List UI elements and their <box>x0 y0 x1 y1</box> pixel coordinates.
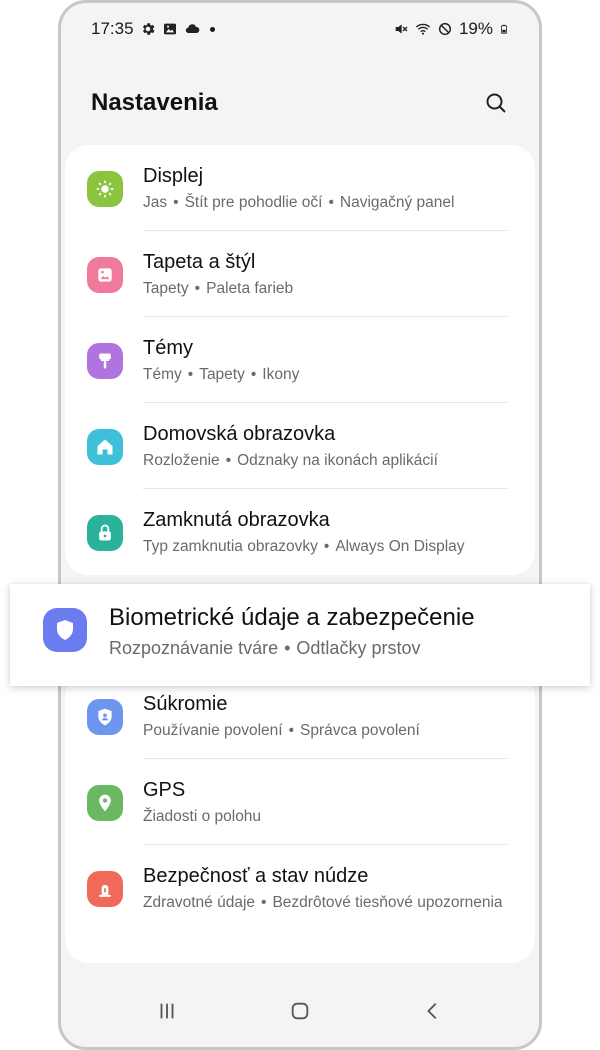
setting-title: Súkromie <box>143 693 228 715</box>
settings-card-top: Displej Jas • Štít pre pohodlie očí • Naviga… <box>65 145 535 575</box>
home-icon <box>97 439 113 455</box>
location-pin-icon <box>99 794 111 812</box>
privacy-shield-icon <box>98 708 112 726</box>
battery-icon <box>501 24 507 34</box>
mute-icon <box>395 24 408 34</box>
back-button[interactable] <box>403 991 463 1031</box>
setting-biometrics-highlighted[interactable]: Biometrické údaje a zabezpečenie Rozpozn… <box>10 584 590 686</box>
setting-subtitle: Rozpoznávanie tváre • Odtlačky prstov <box>109 638 421 658</box>
setting-title: Témy <box>143 337 193 359</box>
brush-icon-wrap <box>87 343 123 379</box>
setting-title: GPS <box>143 779 186 801</box>
shield-icon <box>57 620 73 640</box>
setting-subtitle: Typ zamknutia obrazovky • Always On Displa… <box>143 538 465 555</box>
recents-button[interactable] <box>137 991 197 1031</box>
status-bar: 17:35 19% <box>91 17 509 41</box>
wallpaper-icon-wrap <box>87 257 123 293</box>
setting-domovska[interactable]: Domovská obrazovka Rozloženie • Odznaky na… <box>65 403 535 489</box>
clock: 17:35 <box>91 19 134 38</box>
battery-percentage: 19% <box>458 19 493 38</box>
header: Nastavenia <box>91 85 511 121</box>
search-button[interactable] <box>481 88 511 118</box>
emergency-icon <box>99 884 111 897</box>
setting-title: Displej <box>143 165 204 187</box>
settings-card-bottom: Súkromie Používanie povolení • Správca pov… <box>65 673 535 963</box>
setting-bezpecnost[interactable]: Bezpečnosť a stav núdze Zdravotné údaje •… <box>65 845 535 949</box>
phone-frame: 17:35 19% Nastavenia Displej Jas • Štít pr… <box>58 0 542 1050</box>
setting-title: Biometrické údaje a zabezpečenie <box>109 604 475 631</box>
sun-icon-wrap <box>87 171 123 207</box>
setting-title: Tapeta a štýl <box>143 251 256 273</box>
recents-icon <box>160 1003 174 1019</box>
wallpaper-icon <box>98 268 112 282</box>
location-pin-icon-wrap <box>87 785 123 821</box>
emergency-icon-wrap <box>87 871 123 907</box>
image-icon <box>163 23 176 35</box>
page-title: Nastavenia <box>91 89 218 116</box>
setting-tapeta[interactable]: Tapeta a štýl Tapety • Paleta farieb <box>65 231 535 317</box>
lock-icon-wrap <box>87 515 123 551</box>
back-icon <box>426 1003 437 1019</box>
setting-subtitle: Žiadosti o polohu <box>143 808 262 825</box>
home-icon-wrap <box>87 429 123 465</box>
setting-subtitle: Jas • Štít pre pohodlie očí • Navigačný pane… <box>143 194 455 211</box>
setting-title: Zamknutá obrazovka <box>143 509 330 531</box>
home-button-icon <box>291 1002 309 1020</box>
brush-icon <box>99 353 111 369</box>
gear-icon <box>142 23 155 35</box>
setting-subtitle: Tapety • Paleta farieb <box>143 280 294 297</box>
dot-icon <box>209 26 215 32</box>
setting-subtitle: Používanie povolení • Správca povolení <box>143 722 420 739</box>
search-icon <box>486 93 506 113</box>
sun-icon <box>96 180 114 198</box>
navigation-bar <box>61 991 539 1031</box>
setting-zamknuta[interactable]: Zamknutá obrazovka Typ zamknutia obrazov… <box>65 489 535 575</box>
lock-icon <box>99 524 111 541</box>
shield-icon-wrap <box>43 608 87 652</box>
cloud-icon <box>185 24 199 34</box>
setting-title: Bezpečnosť a stav núdze <box>143 865 369 887</box>
setting-gps[interactable]: GPS Žiadosti o polohu <box>65 759 535 845</box>
setting-subtitle: Rozloženie • Odznaky na ikonách aplikácií <box>143 452 438 469</box>
privacy-shield-icon-wrap <box>87 699 123 735</box>
setting-displej[interactable]: Displej Jas • Štít pre pohodlie očí • Naviga… <box>65 145 535 231</box>
setting-subtitle: Témy • Tapety • Ikony <box>143 366 300 383</box>
setting-subtitle: Zdravotné údaje • Bezdrôtové tiesňové upoz… <box>143 894 503 911</box>
wifi-icon <box>415 23 431 35</box>
setting-title: Domovská obrazovka <box>143 423 336 445</box>
blocked-icon <box>438 22 452 36</box>
setting-temy[interactable]: Témy Témy • Tapety • Ikony <box>65 317 535 403</box>
home-button[interactable] <box>270 991 330 1031</box>
